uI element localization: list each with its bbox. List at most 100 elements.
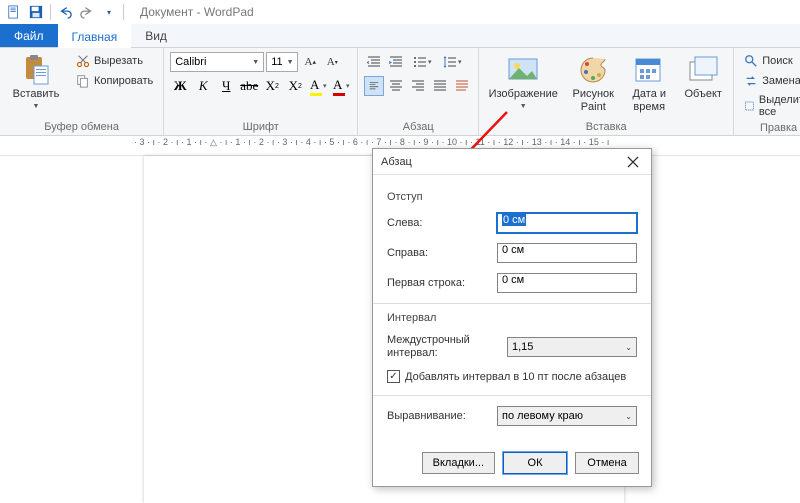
- dialog-titlebar[interactable]: Абзац: [373, 149, 651, 175]
- group-title: Абзац: [364, 119, 472, 133]
- chevron-down-icon: ▾: [323, 82, 327, 90]
- chevron-down-icon: ⌄: [625, 343, 632, 352]
- replace-icon: [744, 74, 758, 88]
- increase-indent-button[interactable]: [386, 52, 406, 72]
- interval-section-label: Интервал: [387, 312, 637, 324]
- bullet-list-button[interactable]: ▾: [408, 52, 436, 72]
- underline-button[interactable]: Ч: [216, 76, 236, 96]
- indent-left-label: Слева:: [387, 217, 497, 229]
- tabs-button[interactable]: Вкладки...: [422, 452, 495, 474]
- paragraph-dialog: Абзац Отступ Слева: 0 см Справа: 0 см Пе…: [372, 148, 652, 487]
- tab-view[interactable]: Вид: [131, 24, 181, 47]
- grow-font-button[interactable]: A▴: [300, 52, 320, 72]
- title-bar: ▾ Документ - WordPad: [0, 0, 800, 24]
- superscript-button[interactable]: X2: [285, 76, 305, 96]
- insert-paint-button[interactable]: Рисунок Paint: [567, 52, 619, 115]
- insert-image-button[interactable]: Изображение ▼: [485, 52, 561, 112]
- insert-image-label: Изображение: [489, 88, 558, 101]
- search-icon: [744, 54, 758, 68]
- close-button[interactable]: [623, 152, 643, 172]
- group-clipboard: Вставить ▼ Вырезать Копировать Буфер обм…: [0, 48, 164, 135]
- group-title: Вставка: [485, 119, 727, 133]
- font-size-value: 11: [271, 56, 282, 68]
- indent-firstline-input[interactable]: 0 см: [497, 273, 637, 293]
- add-space-checkbox[interactable]: ✓: [387, 370, 400, 383]
- chevron-down-icon: ⌄: [625, 412, 632, 421]
- font-family-value: Calibri: [175, 56, 206, 68]
- cut-label: Вырезать: [94, 55, 143, 67]
- chevron-down-icon: ▼: [252, 59, 259, 66]
- font-color-button[interactable]: A▾: [331, 76, 351, 96]
- find-label: Поиск: [762, 55, 792, 67]
- decrease-indent-button[interactable]: [364, 52, 384, 72]
- qat-separator: [123, 4, 124, 20]
- group-editing: Поиск Замена Выделить все Правка: [734, 48, 800, 135]
- ok-button[interactable]: ОК: [503, 452, 567, 474]
- line-spacing-button[interactable]: ▾: [438, 52, 466, 72]
- wordpad-icon[interactable]: [4, 2, 24, 22]
- save-icon[interactable]: [26, 2, 46, 22]
- linespacing-select[interactable]: 1,15 ⌄: [507, 337, 637, 357]
- qat-customize-icon[interactable]: ▾: [99, 2, 119, 22]
- chevron-down-icon: ▾: [346, 82, 350, 90]
- find-button[interactable]: Поиск: [740, 52, 800, 70]
- indent-right-input[interactable]: 0 см: [497, 243, 637, 263]
- redo-icon[interactable]: [77, 2, 97, 22]
- align-left-button[interactable]: [364, 76, 384, 96]
- undo-icon[interactable]: [55, 2, 75, 22]
- alignment-select[interactable]: по левому краю⌄: [497, 406, 637, 426]
- paragraph-dialog-button[interactable]: [452, 76, 472, 96]
- insert-object-button[interactable]: Объект: [679, 52, 727, 103]
- close-icon: [627, 156, 639, 168]
- paste-icon: [20, 54, 52, 86]
- copy-label: Копировать: [94, 75, 153, 87]
- insert-datetime-button[interactable]: Дата и время: [625, 52, 673, 115]
- copy-icon: [76, 74, 90, 88]
- italic-button[interactable]: К: [193, 76, 213, 96]
- scissors-icon: [76, 54, 90, 68]
- linespacing-value: 1,15: [512, 341, 533, 353]
- group-title: Шрифт: [170, 119, 351, 133]
- replace-button[interactable]: Замена: [740, 72, 800, 90]
- indent-firstline-label: Первая строка:: [387, 277, 497, 289]
- subscript-button[interactable]: X2: [262, 76, 282, 96]
- select-all-icon: [744, 99, 755, 113]
- separator: [373, 395, 651, 396]
- tab-home[interactable]: Главная: [58, 24, 132, 47]
- window-title: Документ - WordPad: [140, 5, 254, 19]
- align-center-button[interactable]: [386, 76, 406, 96]
- qat-separator: [50, 4, 51, 20]
- indent-section-label: Отступ: [387, 191, 637, 203]
- paste-label: Вставить: [13, 88, 60, 101]
- copy-button[interactable]: Копировать: [72, 72, 157, 90]
- paste-button[interactable]: Вставить ▼: [6, 52, 66, 112]
- ribbon-tabs: Файл Главная Вид: [0, 24, 800, 48]
- object-icon: [687, 54, 719, 86]
- replace-label: Замена: [762, 75, 800, 87]
- cut-button[interactable]: Вырезать: [72, 52, 157, 70]
- insert-paint-label: Рисунок Paint: [569, 88, 617, 113]
- tab-file[interactable]: Файл: [0, 24, 58, 47]
- select-all-button[interactable]: Выделить все: [740, 92, 800, 120]
- linespacing-label: Междустрочный интервал:: [387, 334, 507, 360]
- chevron-down-icon: ▼: [33, 103, 40, 110]
- align-right-button[interactable]: [408, 76, 428, 96]
- chevron-down-icon: ▼: [520, 103, 527, 110]
- separator: [373, 303, 651, 304]
- font-family-combo[interactable]: Calibri ▼: [170, 52, 264, 72]
- align-justify-button[interactable]: [430, 76, 450, 96]
- calendar-icon: [633, 54, 665, 86]
- add-space-label: Добавлять интервал в 10 пт после абзацев: [405, 371, 626, 383]
- bold-button[interactable]: Ж: [170, 76, 190, 96]
- cancel-button[interactable]: Отмена: [575, 452, 639, 474]
- strike-button[interactable]: abe: [239, 76, 259, 96]
- group-paragraph: ▾ ▾ Абзац: [358, 48, 479, 135]
- highlight-button[interactable]: A▾: [308, 76, 328, 96]
- select-all-label: Выделить все: [759, 94, 800, 118]
- group-insert: Изображение ▼ Рисунок Paint Дата и время…: [479, 48, 734, 135]
- indent-left-input[interactable]: 0 см: [497, 213, 637, 233]
- font-size-combo[interactable]: 11▼: [266, 52, 298, 72]
- group-title: Правка: [740, 120, 800, 134]
- shrink-font-button[interactable]: A▾: [322, 52, 342, 72]
- group-title: Буфер обмена: [6, 119, 157, 133]
